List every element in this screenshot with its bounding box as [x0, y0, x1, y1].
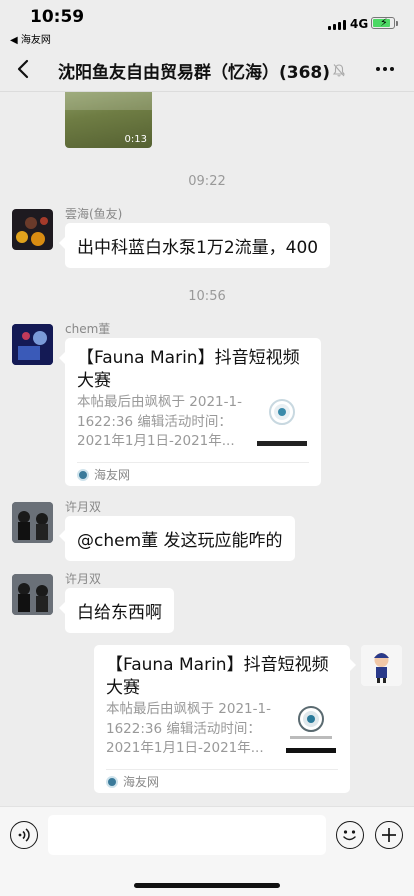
timestamp: 09:22 — [188, 174, 226, 189]
status-bar: 10:59 ◀ 海友网 4G ⚡ — [0, 0, 414, 46]
link-card[interactable]: 【Fauna Marin】抖音短视频大赛 本帖最后由飒枫于 2021-1-162… — [94, 645, 356, 793]
avatar[interactable] — [12, 209, 53, 250]
sender-name: 许月双 — [65, 572, 102, 586]
back-to-app-link[interactable]: ◀ 海友网 — [10, 31, 51, 46]
source-logo-icon — [106, 775, 118, 788]
mute-bell-icon — [332, 62, 346, 81]
back-chevron-icon[interactable] — [10, 55, 36, 83]
card-source-label: 海友网 — [123, 775, 160, 789]
card-description: 本帖最后由飒枫于 2021-1-1622:36 编辑活动时间：2021年1月1日… — [77, 394, 242, 449]
card-source: 海友网 — [77, 466, 130, 483]
avatar[interactable] — [361, 645, 402, 686]
status-time: 10:59 — [30, 7, 85, 27]
card-thumbnail — [284, 700, 338, 754]
avatar[interactable] — [12, 574, 53, 615]
message-bubble[interactable]: @chem董 发这玩应能咋的 — [59, 516, 295, 561]
emoji-icon[interactable] — [336, 821, 364, 849]
card-title: 【Fauna Marin】抖音短视频大赛 — [106, 655, 329, 698]
message-bubble[interactable]: 白给东西啊 — [59, 588, 174, 633]
card-thumbnail — [255, 393, 309, 447]
sender-name: chem董 — [65, 322, 111, 336]
signal-icon — [328, 19, 346, 30]
chat-title: 沈阳鱼友自由贸易群（忆海）(368) — [58, 63, 331, 83]
plus-icon[interactable] — [375, 821, 403, 849]
chat-area[interactable]: 0:13 09:22 雲海(鱼友) 出中科蓝白水泵1万2流量，400 10:56… — [0, 92, 414, 806]
charging-icon: ⚡ — [380, 16, 388, 29]
card-divider — [77, 462, 309, 463]
sender-name: 许月双 — [65, 500, 102, 514]
link-card[interactable]: 【Fauna Marin】抖音短视频大赛 本帖最后由飒枫于 2021-1-162… — [59, 338, 321, 486]
more-icon[interactable] — [372, 58, 398, 80]
video-glare — [65, 92, 152, 110]
sender-name: 雲海(鱼友) — [65, 207, 123, 221]
input-bar — [0, 806, 414, 896]
avatar[interactable] — [12, 502, 53, 543]
avatar[interactable] — [12, 324, 53, 365]
message-bubble[interactable]: 出中科蓝白水泵1万2流量，400 — [58, 223, 331, 268]
video-duration: 0:13 — [124, 134, 147, 145]
source-logo-icon — [77, 468, 89, 481]
nav-bar: 沈阳鱼友自由贸易群（忆海）(368) — [0, 46, 414, 92]
card-title: 【Fauna Marin】抖音短视频大赛 — [77, 348, 300, 391]
voice-icon[interactable] — [10, 821, 38, 849]
network-label: 4G — [350, 17, 369, 31]
video-message[interactable]: 0:13 — [65, 92, 152, 148]
message-input[interactable] — [48, 815, 326, 855]
timestamp: 10:56 — [188, 289, 226, 304]
card-description: 本帖最后由飒枫于 2021-1-1622:36 编辑活动时间：2021年1月1日… — [106, 701, 271, 756]
battery-cap — [396, 21, 398, 26]
card-source: 海友网 — [106, 773, 159, 790]
card-divider — [106, 769, 338, 770]
home-indicator[interactable] — [134, 883, 280, 888]
card-source-label: 海友网 — [94, 468, 131, 482]
